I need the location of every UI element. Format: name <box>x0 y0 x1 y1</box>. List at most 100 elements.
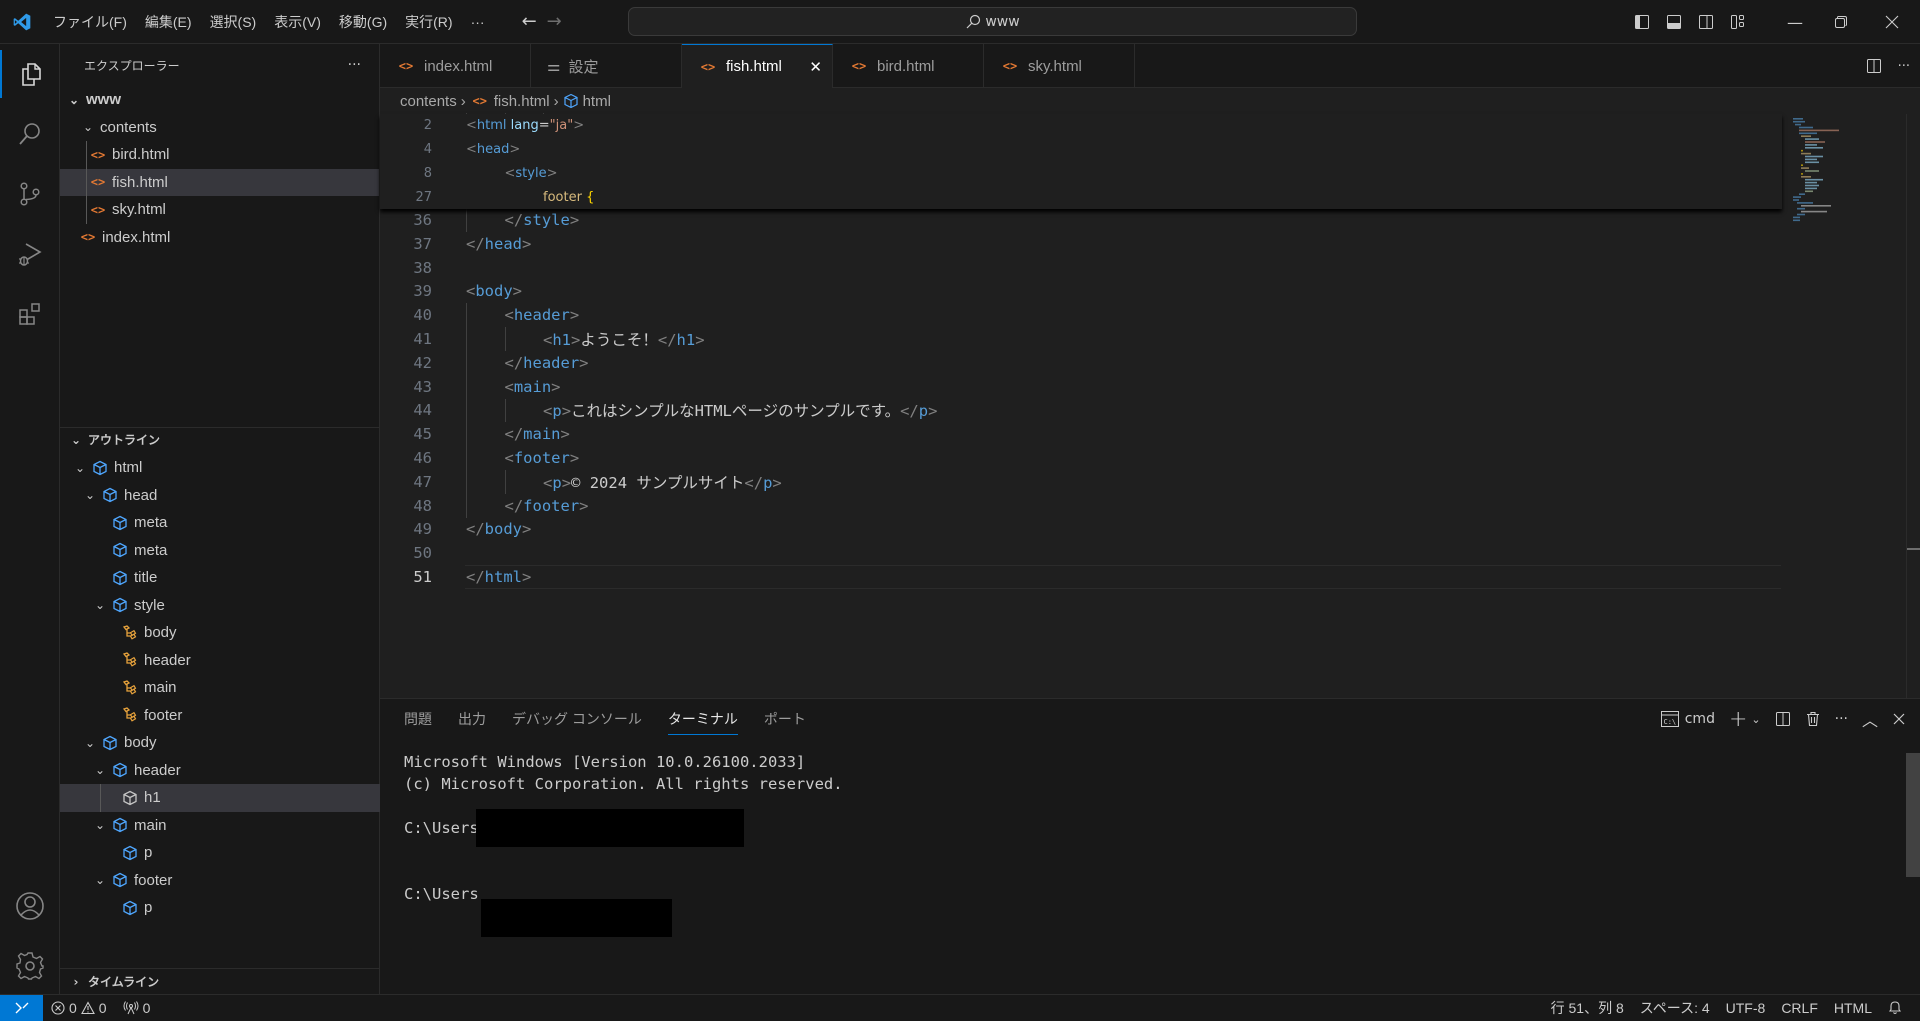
encoding[interactable]: UTF-8 <box>1718 1000 1774 1016</box>
activity-manage[interactable] <box>0 942 60 990</box>
menu-item[interactable]: ファイル(F) <box>44 0 136 44</box>
close-window-button[interactable] <box>1864 0 1920 44</box>
minimap-line <box>1793 196 1801 198</box>
outline-item[interactable]: meta <box>60 509 380 537</box>
menu-item[interactable]: 移動(G) <box>330 0 396 44</box>
folder-label: contents <box>100 118 157 136</box>
line-number: 47 <box>413 472 432 491</box>
menu-item[interactable]: 編集(E) <box>136 0 201 44</box>
minimap-line <box>1801 167 1809 169</box>
outline-item[interactable]: header <box>60 647 380 675</box>
remote-indicator[interactable] <box>0 994 43 1021</box>
error-icon <box>51 1000 65 1015</box>
activity-run-debug[interactable] <box>0 230 60 278</box>
editor-scrollbar[interactable] <box>1906 114 1920 698</box>
outline-item[interactable]: ⌄ footer <box>60 867 380 895</box>
outline-item[interactable]: ⌄ style <box>60 592 380 620</box>
breadcrumb-file[interactable]: fish.html <box>494 93 550 110</box>
back-arrow-icon[interactable]: ← <box>522 11 537 32</box>
more-actions-icon[interactable]: ··· <box>348 57 361 73</box>
tab-settings[interactable]: ⚌ 設定 <box>531 44 682 88</box>
language-mode[interactable]: HTML <box>1826 1000 1880 1016</box>
menu-item[interactable]: 選択(S) <box>201 0 266 44</box>
close-panel-icon[interactable] <box>1892 712 1906 726</box>
breadcrumb: contents › <> fish.html › html <box>380 88 1920 114</box>
menu-item[interactable]: 表示(V) <box>265 0 330 44</box>
tab-bird-html[interactable]: <> bird.html <box>833 44 984 88</box>
editor-more-actions-icon[interactable]: ··· <box>1898 59 1910 74</box>
outline-item[interactable]: ⌄ head <box>60 482 380 510</box>
menu-item[interactable]: 実行(R) <box>396 0 461 44</box>
notifications-button[interactable] <box>1880 1000 1910 1015</box>
close-tab-icon[interactable]: ✕ <box>809 58 822 76</box>
panel-more-icon[interactable]: ··· <box>1835 711 1848 727</box>
tree-file[interactable]: <> sky.html <box>60 196 379 224</box>
split-editor-icon[interactable] <box>1866 58 1882 74</box>
outline-item[interactable]: ⌄ header <box>60 757 380 785</box>
line-number: 41 <box>413 330 432 349</box>
line-number: 43 <box>413 377 432 396</box>
trash-icon[interactable] <box>1805 711 1821 727</box>
panel-tab[interactable]: 出力 <box>458 699 500 739</box>
minimap[interactable] <box>1790 114 1900 234</box>
tab-sky-html[interactable]: <> sky.html <box>984 44 1135 88</box>
outline-item[interactable]: ⌄ body <box>60 729 380 757</box>
activity-search[interactable] <box>0 110 60 158</box>
toggle-secondary-sidebar-button[interactable] <box>1690 0 1722 44</box>
outline-item[interactable]: footer <box>60 702 380 730</box>
breadcrumb-symbol[interactable]: html <box>583 93 611 110</box>
line-ending[interactable]: CRLF <box>1773 1000 1826 1016</box>
cursor-position[interactable]: 行 51、列 8 <box>1543 998 1632 1018</box>
tree-file[interactable]: <> fish.html <box>60 168 379 196</box>
panel-tab[interactable]: 問題 <box>404 699 446 739</box>
indentation[interactable]: スペース: 4 <box>1632 998 1718 1018</box>
outline-item[interactable]: p <box>60 894 380 922</box>
ports-indicator[interactable]: 0 <box>115 1000 159 1016</box>
problems-indicator[interactable]: 0 0 <box>43 1000 115 1016</box>
tree-file[interactable]: <> bird.html <box>60 141 379 169</box>
panel-tab[interactable]: デバッグ コンソール <box>512 699 656 739</box>
tree-folder-root[interactable]: ⌄ www <box>60 86 379 114</box>
terminal-scrollbar[interactable] <box>1906 753 1920 877</box>
line-number: 8 <box>423 165 432 181</box>
panel-tab[interactable]: ターミナル <box>667 699 752 739</box>
split-terminal-icon[interactable] <box>1775 711 1791 727</box>
outline-item[interactable]: title <box>60 564 380 592</box>
tree-file-index[interactable]: <> index.html <box>60 224 379 252</box>
tab-index-html[interactable]: <> index.html <box>380 44 531 88</box>
minimize-button[interactable]: — <box>1772 0 1818 44</box>
maximize-panel-icon[interactable]: ︿ <box>1862 707 1878 731</box>
activity-accounts[interactable] <box>0 882 60 930</box>
restore-button[interactable] <box>1818 0 1864 44</box>
activity-explorer[interactable] <box>0 50 60 98</box>
panel-tab[interactable]: ポート <box>764 699 820 739</box>
terminal-shell-select[interactable]: C:\ cmd <box>1660 711 1715 727</box>
timeline-header[interactable]: › タイムライン <box>60 968 380 994</box>
activity-source-control[interactable] <box>0 170 60 218</box>
command-center-search[interactable]: www <box>628 7 1357 36</box>
customize-layout-button[interactable] <box>1722 0 1754 44</box>
breadcrumb-folder[interactable]: contents <box>400 93 457 110</box>
outline-header[interactable]: ⌄ アウトライン <box>60 427 380 451</box>
outline-item[interactable]: main <box>60 674 380 702</box>
new-terminal-button[interactable]: + ⌄ <box>1729 707 1761 732</box>
outline-item[interactable]: ⌄ main <box>60 812 380 840</box>
activity-extensions[interactable] <box>0 290 60 338</box>
outline-item[interactable]: body <box>60 619 380 647</box>
sticky-scroll[interactable]: 2 <html lang="ja"> 4 <head> 8 <style> 27 footer… <box>380 114 1782 209</box>
line-text: <footer> <box>504 449 580 468</box>
css-selector-icon <box>122 625 138 641</box>
minimap-line <box>1801 176 1811 178</box>
tree-folder-contents[interactable]: ⌄ contents <box>60 114 379 142</box>
outline-item[interactable]: meta <box>60 537 380 565</box>
tab-fish-html[interactable]: <> fish.html ✕ <box>682 44 833 88</box>
toggle-primary-sidebar-button[interactable] <box>1626 0 1658 44</box>
outline-item[interactable]: p <box>60 839 380 867</box>
toggle-panel-button[interactable] <box>1658 0 1690 44</box>
forward-arrow-icon[interactable]: → <box>547 11 562 32</box>
chevron-down-icon: ⌄ <box>74 460 86 475</box>
menu-item[interactable]: ··· <box>462 0 494 44</box>
outline-label: header <box>134 761 181 779</box>
outline-item[interactable]: ⌄ html <box>60 454 380 482</box>
outline-item[interactable]: h1 <box>60 784 380 812</box>
